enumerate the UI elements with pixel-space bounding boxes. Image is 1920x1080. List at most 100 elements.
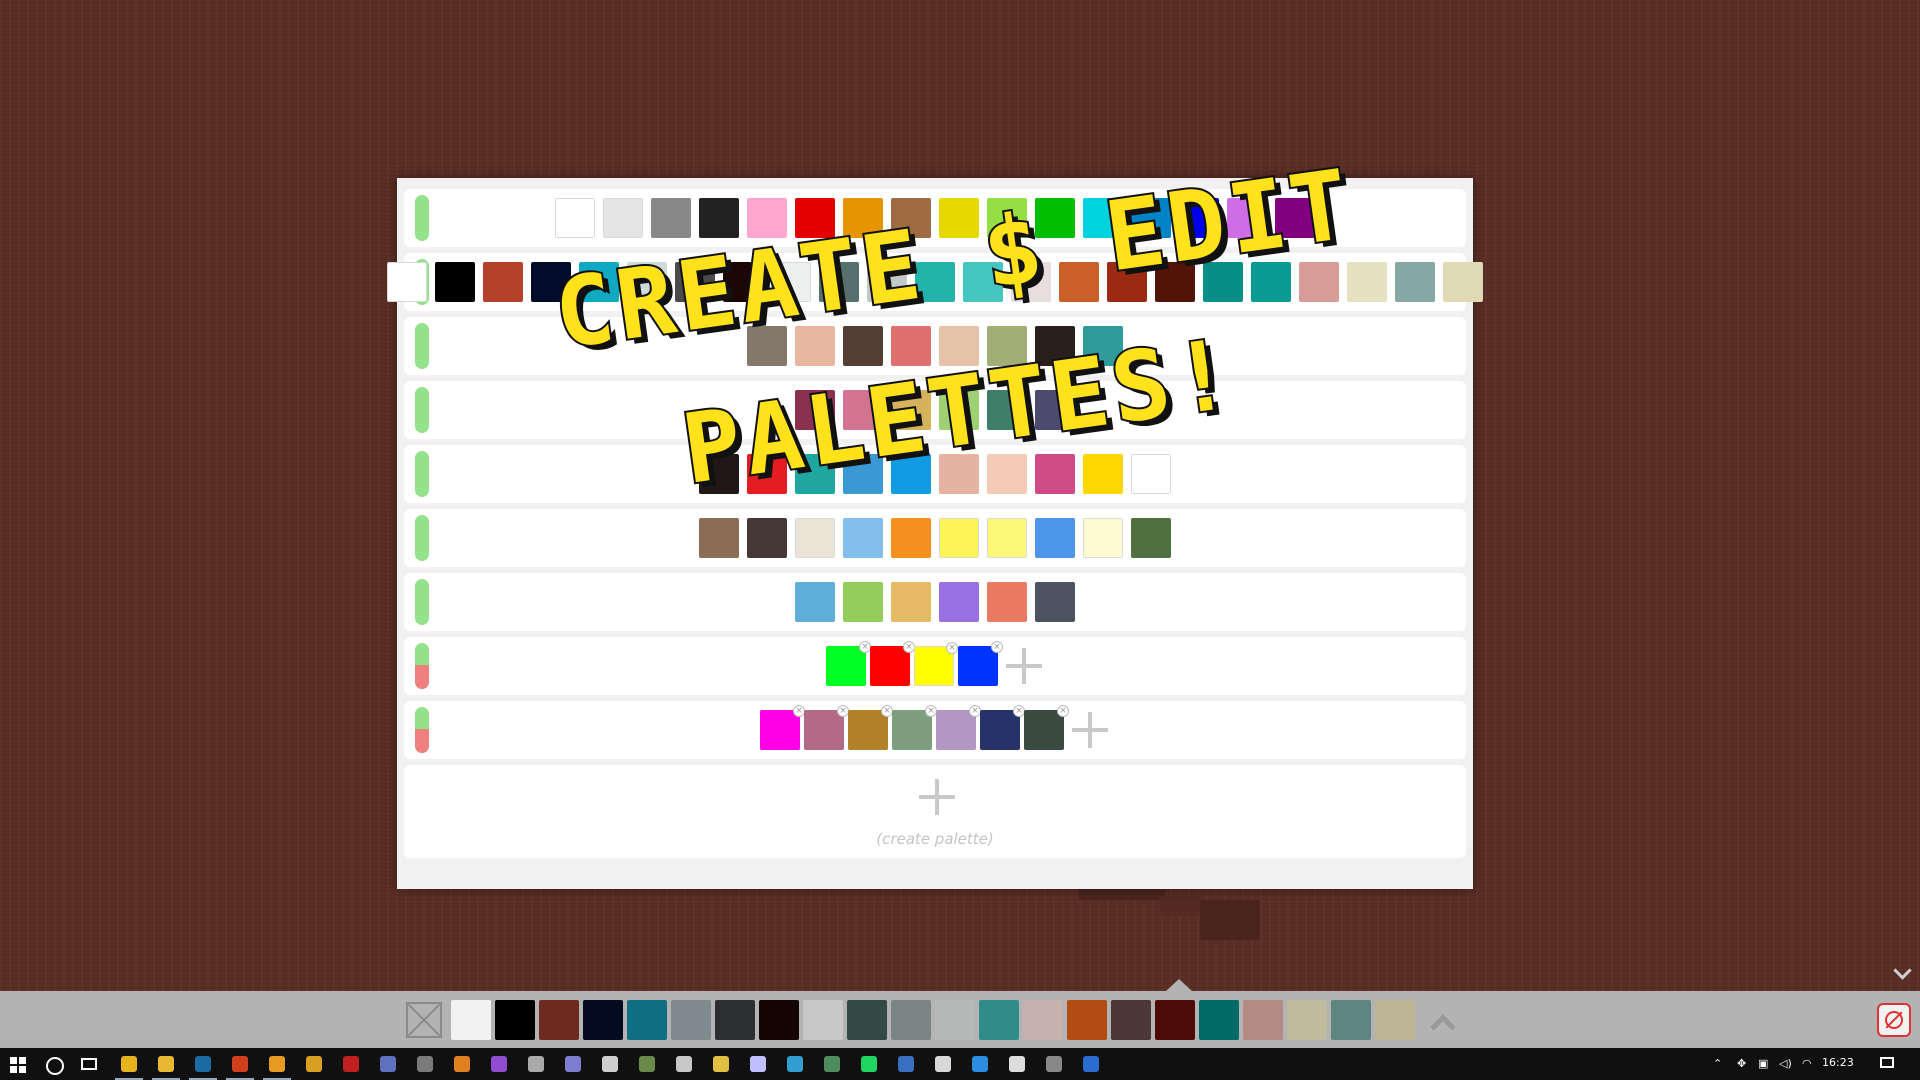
color-swatch[interactable] [1083,326,1123,366]
palette-bar-tab[interactable] [1165,979,1193,992]
app-icon[interactable] [972,1056,988,1072]
color-swatch[interactable] [843,454,883,494]
color-swatch[interactable] [1035,582,1075,622]
palette-bar-color[interactable] [1111,1000,1151,1040]
palette-row[interactable] [404,189,1466,247]
color-swatch[interactable] [939,454,979,494]
color-swatch[interactable] [795,198,835,238]
color-swatch[interactable]: × [870,641,915,686]
color-swatch[interactable]: × [980,705,1025,750]
color-swatch[interactable]: × [848,705,893,750]
dropbox-icon[interactable]: ✥ [1737,1055,1746,1073]
action-center-icon[interactable] [1880,1057,1894,1068]
palette-bar-color[interactable] [759,1000,799,1040]
color-swatch[interactable] [627,262,667,302]
app-icon[interactable] [343,1056,359,1072]
overwatch-icon[interactable] [263,1056,291,1080]
color-swatch[interactable] [987,198,1027,238]
app-icon[interactable] [787,1056,803,1072]
palette-bar-color[interactable] [627,1000,667,1040]
spotify-icon[interactable] [861,1056,877,1072]
color-swatch[interactable] [891,582,931,622]
tray-app-icon[interactable]: ▣ [1758,1055,1768,1073]
palette-bar-color[interactable] [495,1000,535,1040]
color-swatch[interactable] [843,390,883,430]
color-swatch[interactable] [1155,262,1195,302]
color-swatch[interactable] [963,262,1003,302]
search-circle-icon[interactable] [46,1057,64,1075]
app-icon[interactable] [824,1056,840,1072]
create-palette-plus-icon[interactable] [915,775,959,819]
color-swatch[interactable] [891,454,931,494]
app-icon[interactable] [935,1056,951,1072]
color-swatch[interactable] [1251,262,1291,302]
steam-icon[interactable] [189,1056,217,1080]
color-swatch[interactable] [987,582,1027,622]
palette-row[interactable] [387,253,1483,311]
palette-row[interactable] [404,381,1466,439]
color-swatch[interactable] [1179,198,1219,238]
color-swatch[interactable]: × [804,705,849,750]
color-swatch[interactable] [483,262,523,302]
color-swatch[interactable] [435,262,475,302]
palette-row[interactable] [404,573,1466,631]
chevron-up-icon[interactable] [1428,1006,1456,1034]
palette-bar-color[interactable] [1331,1000,1371,1040]
color-swatch[interactable] [651,198,691,238]
color-swatch[interactable] [891,518,931,558]
color-swatch[interactable] [1083,198,1123,238]
color-swatch[interactable] [1131,198,1171,238]
color-swatch[interactable] [1395,262,1435,302]
palette-row[interactable] [404,509,1466,567]
color-swatch[interactable] [891,198,931,238]
add-color-icon[interactable] [1002,644,1046,688]
network-icon[interactable]: ◠ [1802,1055,1812,1073]
color-swatch[interactable] [1131,454,1171,494]
block-icon[interactable] [1877,1003,1911,1037]
color-swatch[interactable] [699,518,739,558]
palette-bar-color[interactable] [1155,1000,1195,1040]
color-swatch[interactable] [1083,454,1123,494]
color-swatch[interactable] [939,518,979,558]
color-swatch[interactable] [1275,198,1315,238]
color-swatch[interactable]: × [914,642,958,686]
app-icon[interactable] [898,1056,914,1072]
color-swatch[interactable] [1131,518,1171,558]
color-swatch[interactable] [699,198,739,238]
app-icon[interactable] [676,1056,692,1072]
palette-bar-color[interactable] [583,1000,623,1040]
app-icon[interactable] [380,1056,396,1072]
editable-palette-row[interactable]: × × × × [404,637,1466,695]
app-icon[interactable] [1046,1056,1062,1072]
color-swatch[interactable] [843,518,883,558]
app-icon[interactable] [602,1056,618,1072]
clock-time[interactable]: 16:23 [1822,1056,1854,1069]
color-swatch[interactable] [579,262,619,302]
color-swatch[interactable] [747,518,787,558]
file-explorer-icon[interactable] [152,1056,180,1080]
eraser-icon[interactable] [406,1002,442,1038]
color-swatch[interactable] [987,454,1027,494]
color-swatch[interactable] [843,326,883,366]
app-icon[interactable] [226,1056,254,1080]
task-view-icon[interactable] [81,1058,97,1070]
color-swatch[interactable] [939,582,979,622]
color-swatch[interactable] [1035,326,1075,366]
color-swatch[interactable] [747,454,787,494]
color-swatch[interactable] [795,326,835,366]
color-swatch[interactable] [939,326,979,366]
palette-bar-color[interactable] [979,1000,1019,1040]
app-icon[interactable] [306,1056,322,1072]
app-icon[interactable] [454,1056,470,1072]
color-swatch[interactable] [891,390,931,430]
visual-studio-icon[interactable] [491,1056,507,1072]
app-icon[interactable] [713,1056,729,1072]
add-color-icon[interactable] [1068,708,1112,752]
palette-bar-color[interactable] [451,1000,491,1040]
color-swatch[interactable] [1059,262,1099,302]
app-icon[interactable] [1083,1056,1099,1072]
palette-bar-color[interactable] [1067,1000,1107,1040]
chevron-up-tray-icon[interactable]: ⌃ [1713,1055,1722,1073]
color-swatch[interactable] [1035,454,1075,494]
chrome-icon[interactable] [115,1056,143,1080]
